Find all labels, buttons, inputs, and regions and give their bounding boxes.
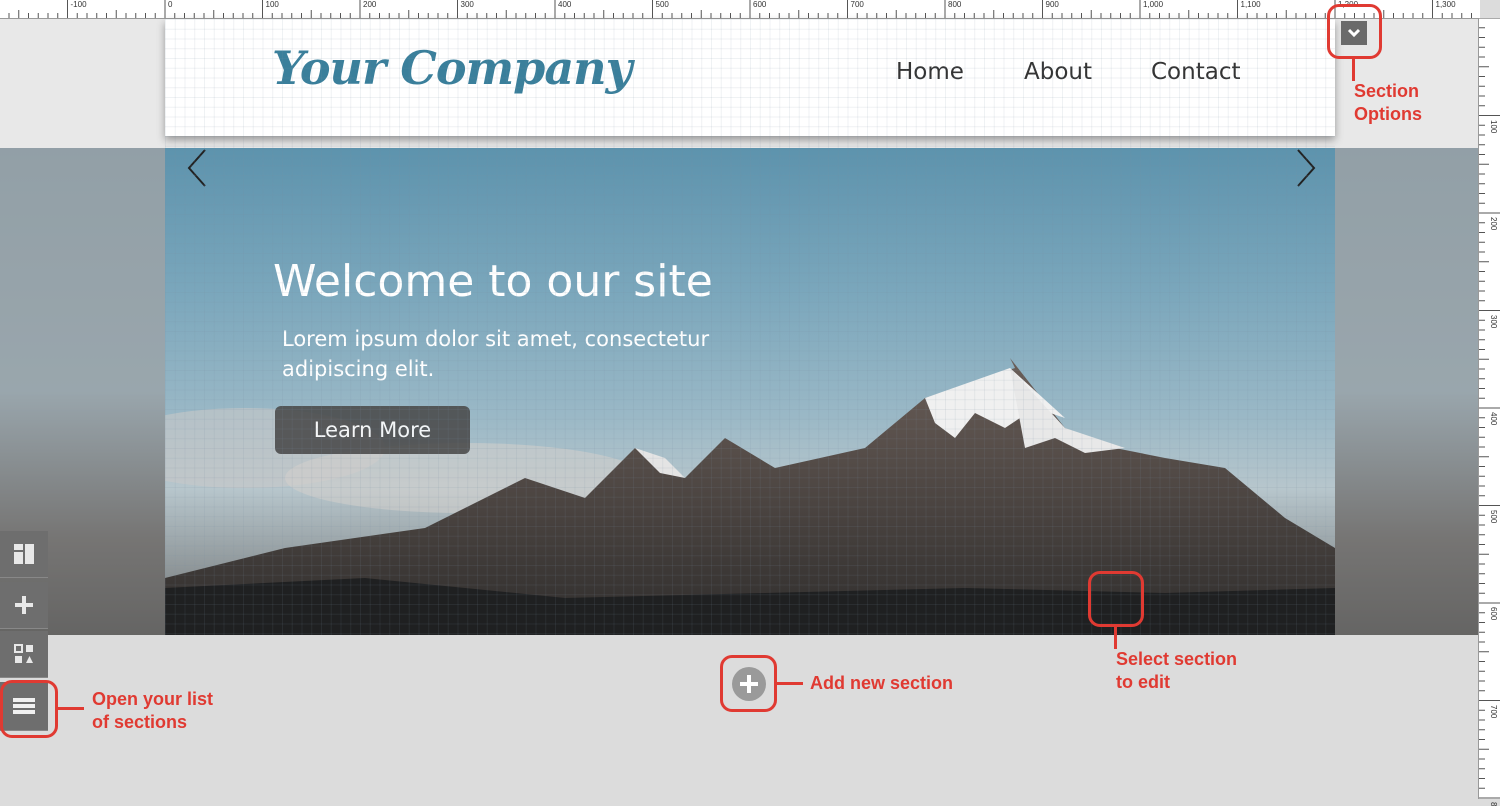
select-section-leader bbox=[1114, 627, 1117, 649]
nav-contact[interactable]: Contact bbox=[1151, 59, 1240, 85]
section-options-callout: Section Options bbox=[1354, 81, 1422, 124]
company-logo[interactable]: Your Company bbox=[272, 41, 632, 95]
vertical-ruler bbox=[1478, 17, 1500, 799]
ruler-label: 400 bbox=[558, 0, 572, 9]
sections-list-leader bbox=[58, 707, 84, 710]
ruler-label: 1,100 bbox=[1240, 0, 1261, 9]
nav-about[interactable]: About bbox=[1024, 59, 1092, 85]
sections-list-highlight bbox=[0, 680, 58, 738]
plus-icon bbox=[15, 596, 33, 614]
ruler-label: 1,000 bbox=[1143, 0, 1164, 9]
widgets-icon bbox=[14, 644, 33, 663]
chevron-right-icon[interactable] bbox=[1290, 148, 1320, 188]
select-section-callout: Select section to edit bbox=[1116, 649, 1238, 692]
add-section-highlight bbox=[720, 655, 777, 712]
ruler-label: 600 bbox=[753, 0, 767, 9]
section-options-highlight bbox=[1327, 4, 1382, 59]
ruler-label: 1,300 bbox=[1435, 0, 1456, 9]
ruler-ticks-vertical bbox=[1479, 17, 1500, 799]
chevron-left-icon[interactable] bbox=[185, 148, 215, 188]
ruler-label: 700 bbox=[850, 0, 864, 9]
ruler-label: 100 bbox=[1489, 119, 1498, 133]
ruler-label: 500 bbox=[655, 0, 669, 9]
site-header[interactable]: Your Company Home About Contact bbox=[165, 19, 1335, 136]
widgets-button[interactable] bbox=[0, 631, 48, 678]
ruler-label: 300 bbox=[460, 0, 474, 9]
ruler-label: 100 bbox=[265, 0, 279, 9]
hero-description[interactable]: Lorem ipsum dolor sit amet, consectetur … bbox=[282, 324, 802, 384]
layout-tool-button[interactable] bbox=[0, 531, 48, 578]
ruler-label: 700 bbox=[1489, 704, 1498, 718]
ruler-label: -100 bbox=[70, 0, 87, 9]
ruler-label: 200 bbox=[363, 0, 377, 9]
ruler-label: 500 bbox=[1489, 509, 1498, 523]
ruler-label: 400 bbox=[1489, 412, 1498, 426]
learn-more-button[interactable]: Learn More bbox=[275, 406, 470, 454]
layout-icon bbox=[14, 544, 34, 564]
nav-home[interactable]: Home bbox=[896, 59, 964, 85]
add-section-leader bbox=[777, 682, 803, 685]
section-options-leader bbox=[1352, 59, 1355, 81]
ruler-label: 0 bbox=[168, 0, 173, 9]
ruler-label: 600 bbox=[1489, 607, 1498, 621]
open-list-callout: Open your list of sections bbox=[92, 689, 214, 732]
ruler-label: 200 bbox=[1489, 217, 1498, 231]
hero-section[interactable]: Welcome to our site Lorem ipsum dolor si… bbox=[165, 148, 1335, 635]
mountain-image bbox=[165, 358, 1335, 635]
ruler-label: 8 bbox=[1489, 802, 1498, 806]
select-section-highlight bbox=[1088, 571, 1144, 627]
ruler-label: 800 bbox=[948, 0, 962, 9]
ruler-label: 300 bbox=[1489, 314, 1498, 328]
add-element-button[interactable] bbox=[0, 582, 48, 629]
add-section-callout: Add new section bbox=[810, 673, 954, 693]
hero-title[interactable]: Welcome to our site bbox=[273, 256, 713, 307]
ruler-label: 900 bbox=[1045, 0, 1059, 9]
